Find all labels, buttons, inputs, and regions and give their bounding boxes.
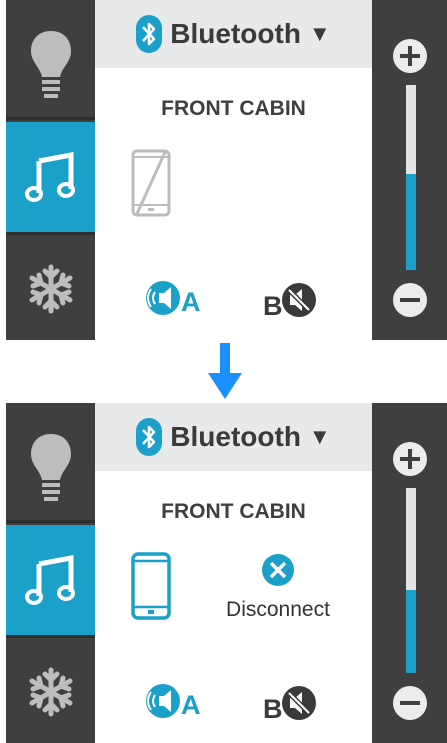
tab-lighting[interactable] xyxy=(6,417,95,520)
sidebar xyxy=(6,403,95,743)
volume-down-button[interactable] xyxy=(392,282,428,323)
zone-a-speaker[interactable]: A xyxy=(145,280,201,317)
tab-climate[interactable] xyxy=(6,640,95,743)
plus-icon xyxy=(393,39,427,73)
lightbulb-icon xyxy=(30,433,71,501)
audio-main-area: Bluetooth ▼ FRONT CABIN A B xyxy=(95,0,372,340)
arrow-down-icon xyxy=(208,343,242,399)
snowflake-icon xyxy=(29,667,72,716)
music-note-icon xyxy=(24,151,75,202)
volume-down-button[interactable] xyxy=(392,685,428,726)
chevron-down-icon: ▼ xyxy=(308,424,331,449)
zone-title: FRONT CABIN xyxy=(161,97,306,120)
disconnect-label: Disconnect xyxy=(226,598,330,621)
speaker-muted-icon xyxy=(281,686,316,720)
phone-icon xyxy=(131,552,171,620)
speaker-active-icon xyxy=(146,281,180,315)
close-icon xyxy=(262,554,294,586)
chevron-down-icon: ▼ xyxy=(308,21,331,46)
zone-a-label: A xyxy=(181,287,201,317)
volume-level-fill xyxy=(406,589,416,673)
tab-audio[interactable] xyxy=(6,122,95,232)
plus-icon xyxy=(393,442,427,476)
source-selector[interactable]: Bluetooth ▼ xyxy=(95,403,372,471)
bluetooth-icon xyxy=(136,418,163,456)
zone-title: FRONT CABIN xyxy=(161,500,306,523)
after-state-panel: Bluetooth ▼ FRONT CABIN Disconnect A B xyxy=(0,403,447,743)
bluetooth-icon xyxy=(136,15,163,53)
source-label: Bluetooth xyxy=(170,18,301,49)
music-note-icon xyxy=(24,554,75,605)
speaker-muted-icon xyxy=(281,283,316,317)
sidebar-divider xyxy=(6,635,95,638)
audio-main-area: Bluetooth ▼ FRONT CABIN Disconnect A B xyxy=(95,403,372,743)
volume-panel xyxy=(372,0,447,340)
volume-slider[interactable] xyxy=(406,488,416,673)
minus-icon xyxy=(393,686,427,720)
zone-b-speaker[interactable]: B xyxy=(263,282,317,321)
zone-a-speaker[interactable]: A xyxy=(145,683,201,720)
volume-slider[interactable] xyxy=(406,85,416,270)
tab-climate[interactable] xyxy=(6,237,95,340)
source-label: Bluetooth xyxy=(170,421,301,452)
disconnect-button[interactable]: Disconnect xyxy=(203,553,353,622)
speaker-active-icon xyxy=(146,684,180,718)
tab-lighting[interactable] xyxy=(6,14,95,117)
before-state-panel: Bluetooth ▼ FRONT CABIN A B xyxy=(0,0,447,340)
volume-level-fill xyxy=(406,173,416,270)
volume-panel xyxy=(372,403,447,743)
phone-disconnected[interactable] xyxy=(130,148,172,223)
lightbulb-icon xyxy=(30,30,71,98)
sidebar-divider xyxy=(6,520,95,523)
phone-connected[interactable] xyxy=(130,551,172,626)
snowflake-icon xyxy=(29,264,72,313)
zone-a-label: A xyxy=(181,690,201,720)
sidebar-divider xyxy=(6,232,95,235)
volume-up-button[interactable] xyxy=(392,38,428,79)
minus-icon xyxy=(393,283,427,317)
zone-b-speaker[interactable]: B xyxy=(263,685,317,724)
volume-up-button[interactable] xyxy=(392,441,428,482)
sidebar-divider xyxy=(6,117,95,120)
tab-audio[interactable] xyxy=(6,525,95,635)
phone-off-icon xyxy=(131,149,171,217)
sidebar xyxy=(6,0,95,340)
source-selector[interactable]: Bluetooth ▼ xyxy=(95,0,372,68)
